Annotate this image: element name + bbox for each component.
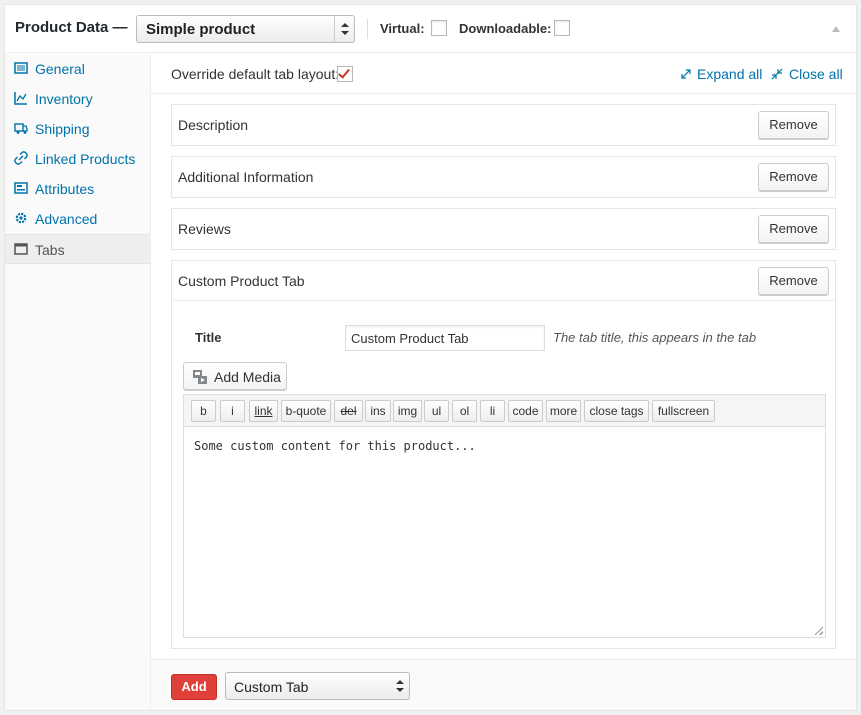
select-arrows-icon xyxy=(334,16,354,42)
title-description: The tab title, this appears in the tab xyxy=(553,330,757,345)
qt-link-button[interactable]: link xyxy=(249,400,278,422)
content-editor: b i link b-quote del ins img ul ol li co… xyxy=(183,394,826,638)
qt-bquote-button[interactable]: b-quote xyxy=(281,400,331,422)
qt-li-button[interactable]: li xyxy=(480,400,505,422)
tab-row-description[interactable]: Description Remove xyxy=(171,104,836,146)
sidebar-item-label: Attributes xyxy=(35,181,95,197)
quicktags-toolbar: b i link b-quote del ins img ul ol li co… xyxy=(184,395,825,427)
virtual-label: Virtual: xyxy=(380,21,425,36)
sidebar-item-advanced[interactable]: Advanced xyxy=(5,204,151,234)
window-icon xyxy=(14,242,28,256)
remove-button[interactable]: Remove xyxy=(758,267,829,295)
remove-button[interactable]: Remove xyxy=(758,215,829,243)
override-label: Override default tab layout: xyxy=(171,66,340,82)
panel-title: Product Data — xyxy=(15,19,128,36)
qt-more-button[interactable]: more xyxy=(546,400,581,422)
add-media-button[interactable]: Add Media xyxy=(183,362,287,390)
expand-all-link[interactable]: Expand all xyxy=(697,66,762,82)
sidebar-item-tabs[interactable]: Tabs xyxy=(5,234,151,264)
tab-name: Description xyxy=(178,117,249,133)
tab-type-select[interactable]: Custom Tab xyxy=(225,672,410,700)
qt-img-button[interactable]: img xyxy=(393,400,422,422)
tab-name: Additional Information xyxy=(178,169,314,185)
sidebar-item-label: Tabs xyxy=(35,242,65,258)
expand-icon xyxy=(680,68,692,80)
select-arrows-icon xyxy=(391,673,409,699)
qt-italic-button[interactable]: i xyxy=(220,400,245,422)
product-type-select[interactable]: Simple product xyxy=(136,15,355,43)
downloadable-checkbox[interactable] xyxy=(554,20,570,36)
remove-button[interactable]: Remove xyxy=(758,111,829,139)
gear-icon xyxy=(14,211,28,225)
downloadable-label: Downloadable: xyxy=(459,21,552,36)
sidebar-item-general[interactable]: General xyxy=(5,54,151,84)
sidebar-item-label: General xyxy=(35,61,85,77)
product-type-value: Simple product xyxy=(146,21,256,38)
close-all-link[interactable]: Close all xyxy=(789,66,843,82)
product-data-panel: Product Data — Simple product Virtual: D… xyxy=(4,4,857,711)
custom-tab-header[interactable]: Custom Product Tab Remove xyxy=(172,261,835,301)
sidebar-item-label: Shipping xyxy=(35,121,90,137)
sidebar-item-label: Inventory xyxy=(35,91,93,107)
tab-row-custom-product-tab: Custom Product Tab Remove Title Custom P… xyxy=(171,260,836,649)
qt-ins-button[interactable]: ins xyxy=(365,400,391,422)
tab-title-input[interactable]: Custom Product Tab xyxy=(345,325,545,351)
sidebar-item-inventory[interactable]: Inventory xyxy=(5,84,151,114)
product-data-tabs: General Inventory Shipping Linked Produc… xyxy=(5,54,151,710)
truck-icon xyxy=(14,121,28,135)
checkmark-icon xyxy=(338,66,350,79)
resize-handle-icon[interactable] xyxy=(815,627,823,635)
editor-textarea[interactable]: Some custom content for this product... xyxy=(194,439,476,453)
panel-header: Product Data — Simple product Virtual: D… xyxy=(5,5,856,53)
override-row: Override default tab layout: Expand all … xyxy=(151,54,856,94)
sidebar-item-attributes[interactable]: Attributes xyxy=(5,174,151,204)
tab-row-reviews[interactable]: Reviews Remove xyxy=(171,208,836,250)
qt-close-tags-button[interactable]: close tags xyxy=(584,400,649,422)
tab-row-additional-information[interactable]: Additional Information Remove xyxy=(171,156,836,198)
sidebar-item-label: Linked Products xyxy=(35,151,136,167)
override-checkbox[interactable] xyxy=(337,66,353,82)
media-icon xyxy=(192,369,208,385)
sidebar-item-shipping[interactable]: Shipping xyxy=(5,114,151,144)
inventory-icon xyxy=(14,91,28,105)
qt-code-button[interactable]: code xyxy=(508,400,543,422)
tab-name: Custom Product Tab xyxy=(178,273,305,289)
tab-title-value: Custom Product Tab xyxy=(351,331,469,346)
add-tab-button[interactable]: Add xyxy=(171,674,217,700)
collapse-toggle-icon[interactable] xyxy=(832,26,840,32)
general-icon xyxy=(14,61,28,75)
remove-button[interactable]: Remove xyxy=(758,163,829,191)
tab-type-value: Custom Tab xyxy=(234,679,309,695)
collapse-icon xyxy=(771,68,783,80)
sidebar-item-label: Advanced xyxy=(35,211,98,227)
qt-bold-button[interactable]: b xyxy=(191,400,216,422)
link-icon xyxy=(14,151,28,165)
qt-fullscreen-button[interactable]: fullscreen xyxy=(652,400,715,422)
qt-ul-button[interactable]: ul xyxy=(424,400,449,422)
header-divider xyxy=(367,19,368,39)
add-tab-footer: Add Custom Tab xyxy=(151,659,856,710)
qt-del-button[interactable]: del xyxy=(334,400,363,422)
sidebar-item-linked-products[interactable]: Linked Products xyxy=(5,144,151,174)
attributes-icon xyxy=(14,181,28,195)
tab-name: Reviews xyxy=(178,221,231,237)
title-label: Title xyxy=(195,330,222,345)
virtual-checkbox[interactable] xyxy=(431,20,447,36)
qt-ol-button[interactable]: ol xyxy=(452,400,477,422)
